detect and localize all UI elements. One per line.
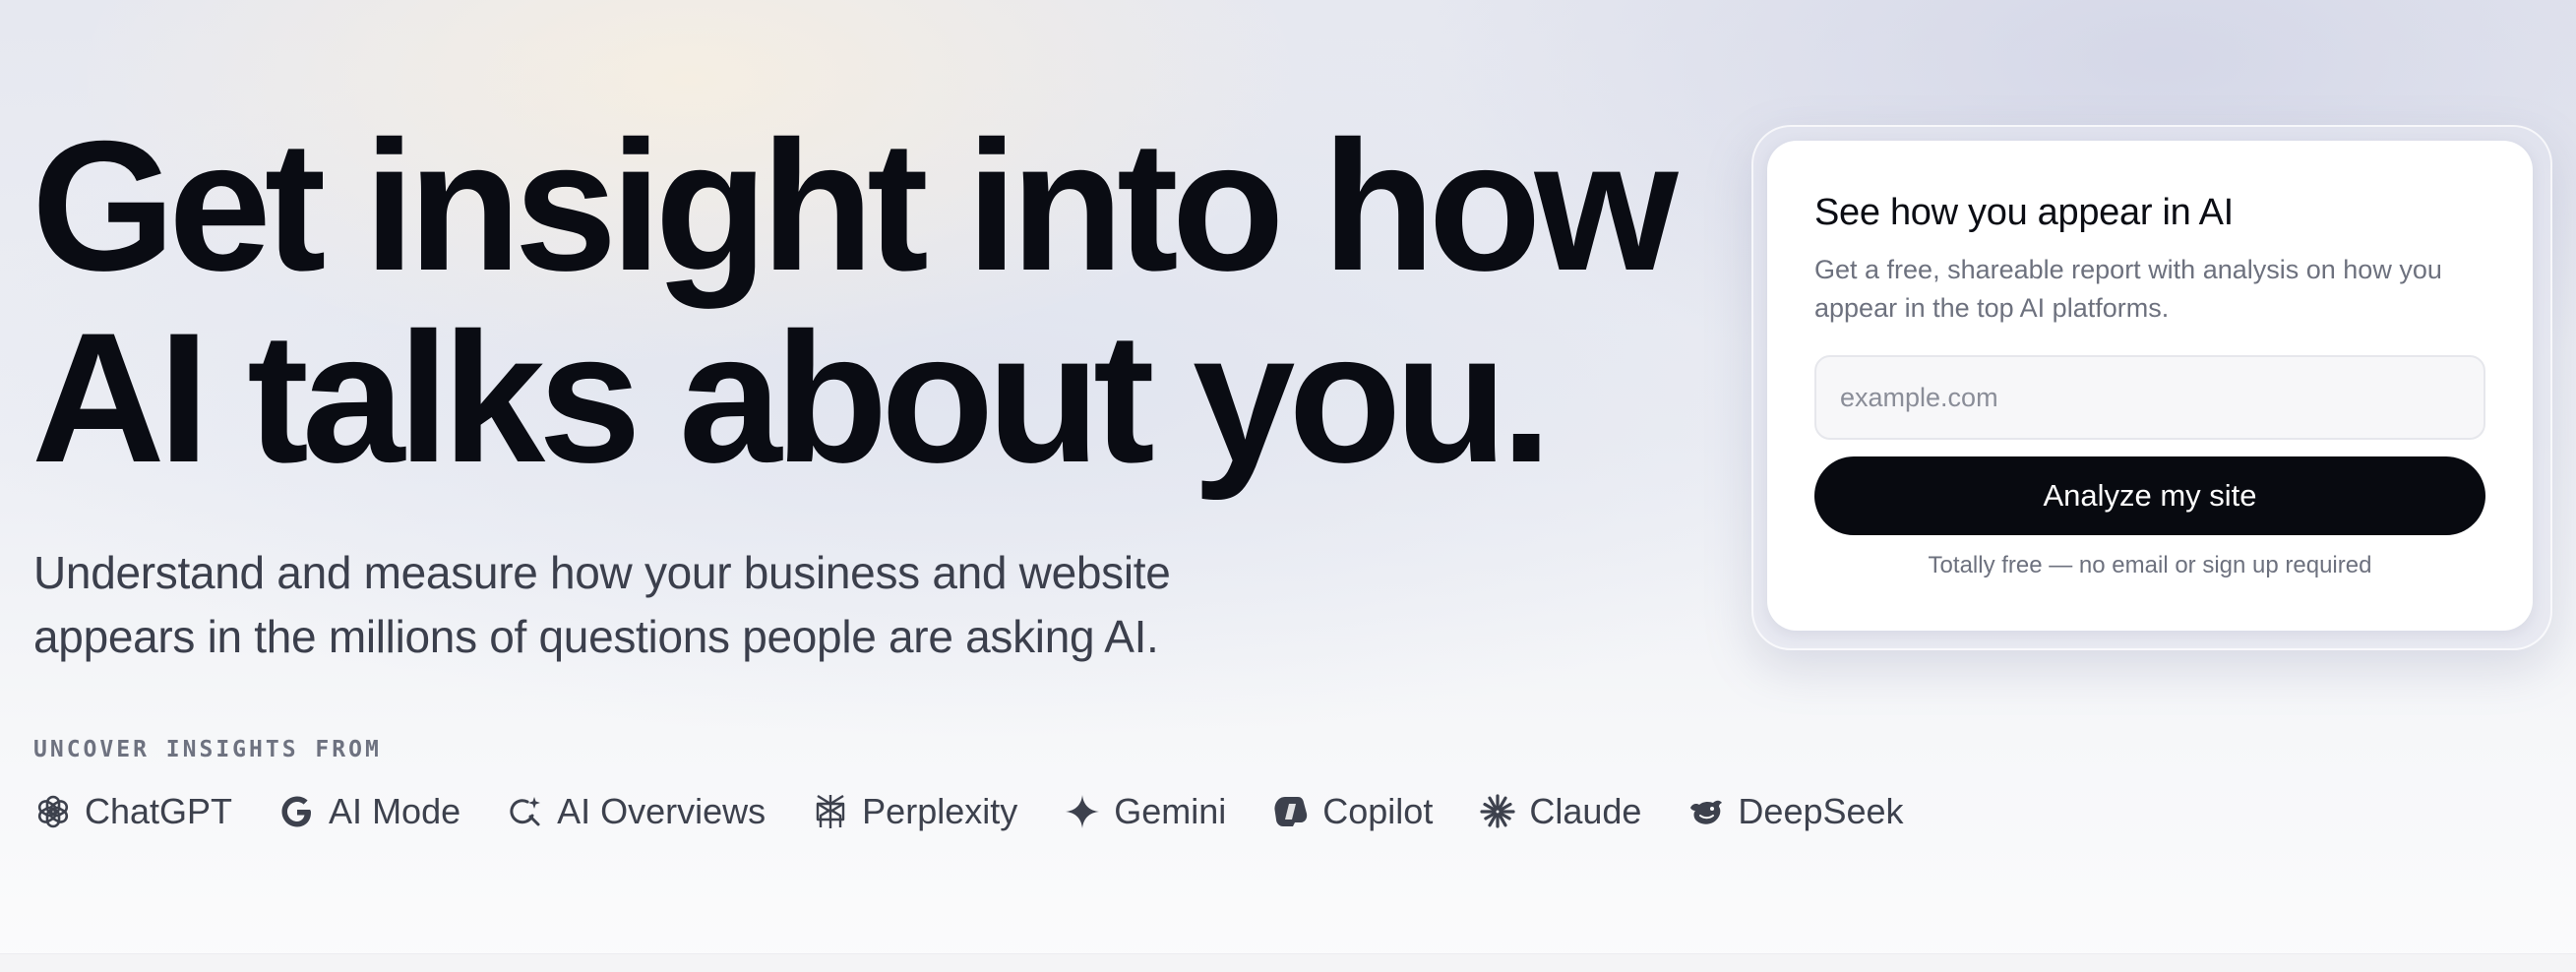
platform-ai-overviews: AI Overviews — [506, 791, 766, 832]
platform-ai-mode: AI Mode — [277, 791, 460, 832]
hero-subtitle-line-2: appears in the millions of questions peo… — [33, 611, 1159, 662]
perplexity-icon — [816, 794, 845, 828]
card-description: Get a free, shareable report with analys… — [1814, 251, 2503, 328]
platform-label: AI Mode — [329, 791, 461, 831]
report-card: See how you appear in AI Get a free, sha… — [1767, 141, 2533, 631]
website-url-input[interactable] — [1814, 355, 2485, 440]
platform-label: Claude — [1529, 791, 1642, 831]
copilot-icon — [1274, 797, 1308, 826]
platform-label: Perplexity — [862, 791, 1018, 831]
hero-title-line-2: AI talks about you. — [31, 294, 1552, 501]
uncover-insights-label: UNCOVER INSIGHTS FROM — [33, 737, 382, 762]
hero-title-line-1: Get insight into how — [31, 102, 1679, 309]
hero-subtitle: Understand and measure how your business… — [33, 541, 1411, 669]
platform-label: Gemini — [1114, 791, 1227, 831]
platform-deepseek: DeepSeek — [1687, 791, 1904, 832]
claude-icon — [1480, 794, 1515, 828]
analyze-my-site-button[interactable]: Analyze my site — [1814, 456, 2485, 535]
platform-perplexity: Perplexity — [811, 791, 1017, 832]
ai-overviews-icon — [510, 797, 541, 826]
card-title: See how you appear in AI — [1814, 192, 2234, 233]
platform-claude: Claude — [1478, 791, 1641, 832]
platform-label: Copilot — [1322, 791, 1434, 831]
platform-label: AI Overviews — [557, 791, 767, 831]
card-description-line-1: Get a free, shareable report with analys… — [1814, 255, 2442, 284]
platform-label: DeepSeek — [1738, 791, 1904, 831]
hero-title: Get insight into how AI talks about you. — [31, 110, 1724, 494]
chatgpt-icon — [37, 795, 69, 828]
hero-subtitle-line-1: Understand and measure how your business… — [33, 547, 1171, 598]
gemini-icon — [1066, 795, 1100, 828]
platform-chatgpt: ChatGPT — [33, 791, 232, 832]
platform-label: ChatGPT — [85, 791, 233, 831]
card-description-line-2: appear in the top AI platforms. — [1814, 293, 2170, 323]
platform-list: ChatGPT AI Mode AI Overviews Perplexity … — [33, 791, 1904, 832]
platform-gemini: Gemini — [1063, 791, 1226, 832]
platform-copilot: Copilot — [1271, 791, 1433, 832]
page-bottom-divider — [0, 953, 2576, 972]
google-icon — [281, 796, 312, 827]
card-note: Totally free — no email or sign up requi… — [1928, 552, 2372, 578]
deepseek-icon — [1690, 800, 1723, 824]
